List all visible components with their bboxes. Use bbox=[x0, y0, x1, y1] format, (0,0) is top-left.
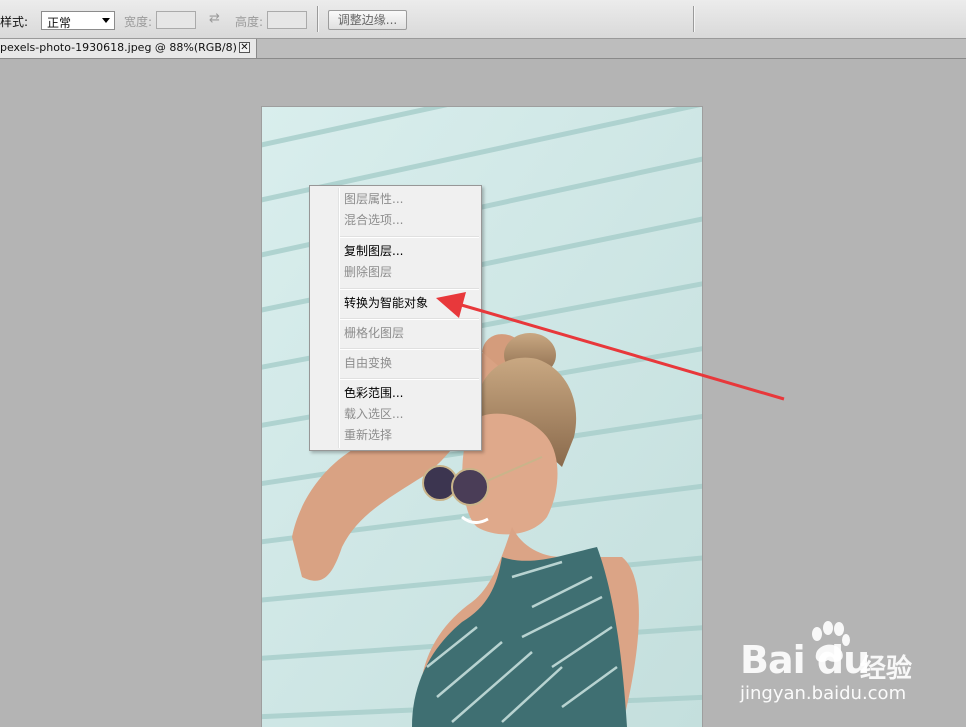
swap-icon[interactable]: ⇄ bbox=[209, 11, 220, 26]
menu-item-load-selection[interactable]: 载入选区... bbox=[344, 404, 403, 424]
menu-item-duplicate-layer[interactable]: 复制图层... bbox=[344, 241, 403, 261]
height-input[interactable] bbox=[267, 11, 307, 29]
menu-divider bbox=[340, 318, 479, 320]
layer-context-menu: 图层属性... 混合选项... 复制图层... 删除图层 转换为智能对象 栅格化… bbox=[309, 185, 482, 451]
close-icon[interactable]: ✕ bbox=[239, 42, 250, 53]
toolbar-divider bbox=[693, 6, 695, 32]
watermark-suffix: 经验 bbox=[860, 654, 913, 684]
style-dropdown-value: 正常 bbox=[47, 16, 72, 30]
menu-item-reselect[interactable]: 重新选择 bbox=[344, 425, 392, 445]
width-input[interactable] bbox=[156, 11, 196, 29]
menu-item-convert-to-smart-object[interactable]: 转换为智能对象 bbox=[344, 293, 428, 313]
menu-item-blending-options[interactable]: 混合选项... bbox=[344, 210, 403, 230]
menu-divider bbox=[340, 378, 479, 380]
menu-item-rasterize-layer[interactable]: 栅格化图层 bbox=[344, 323, 404, 343]
height-label: 高度: bbox=[235, 15, 264, 29]
menu-item-delete-layer[interactable]: 删除图层 bbox=[344, 262, 392, 282]
watermark-url: jingyan.baidu.com bbox=[740, 683, 907, 704]
options-bar: 样式: 正常 宽度: ⇄ 高度: 调整边缘... bbox=[0, 0, 966, 39]
menu-divider bbox=[340, 288, 479, 290]
menu-item-layer-properties[interactable]: 图层属性... bbox=[344, 189, 403, 209]
menu-item-free-transform[interactable]: 自由变换 bbox=[344, 353, 392, 373]
menu-divider bbox=[340, 348, 479, 350]
document-tab-title: pexels-photo-1930618.jpeg @ 88%(RGB/8) bbox=[0, 41, 237, 54]
toolbar-divider bbox=[317, 6, 319, 32]
menu-item-color-range[interactable]: 色彩范围... bbox=[344, 383, 403, 403]
style-dropdown[interactable]: 正常 bbox=[41, 11, 115, 30]
refine-edge-button[interactable]: 调整边缘... bbox=[328, 10, 407, 30]
menu-divider bbox=[340, 236, 479, 238]
chevron-down-icon bbox=[102, 18, 110, 23]
document-tab-bar: pexels-photo-1930618.jpeg @ 88%(RGB/8) ✕ bbox=[0, 39, 966, 59]
width-label: 宽度: bbox=[124, 15, 153, 29]
paw-icon bbox=[812, 621, 850, 662]
style-label: 样式: bbox=[0, 15, 29, 29]
baidu-watermark: Bai du 经验 jingyan.baidu.com bbox=[740, 620, 960, 710]
document-tab[interactable]: pexels-photo-1930618.jpeg @ 88%(RGB/8) ✕ bbox=[0, 39, 257, 58]
